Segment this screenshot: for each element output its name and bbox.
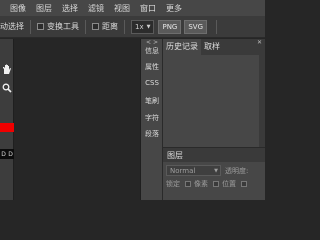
lock-position-checkbox[interactable] — [213, 181, 219, 187]
collapse-arrows-icon[interactable]: < > — [141, 39, 163, 46]
lock-pixel-label: 像素 — [194, 180, 208, 188]
side-item-properties[interactable]: 属性 — [141, 62, 163, 72]
auto-select-label[interactable]: 动选择 — [0, 21, 24, 32]
divider — [124, 19, 125, 34]
side-panel: < > 信息 属性 CSS 笔刷 字符 段落 — [140, 39, 162, 200]
history-panel-header: 历史记录 取样 — [163, 39, 265, 55]
layers-panel: 图层 Normal ▼ 透明度: 锁定 像素 位置 — [162, 147, 265, 200]
layers-panel-header: 图层 — [163, 148, 265, 162]
distance-checkbox[interactable] — [92, 23, 99, 30]
svg-button[interactable]: SVG — [184, 19, 208, 34]
png-button[interactable]: PNG — [158, 19, 182, 34]
side-item-character[interactable]: 字符 — [141, 113, 163, 123]
default-colors-label[interactable]: D D — [0, 149, 14, 159]
zoom-value: 1x — [135, 22, 144, 31]
distance-label: 距离 — [102, 22, 118, 31]
zoom-select[interactable]: 1x ▼ — [131, 19, 155, 34]
blend-mode-value: Normal — [170, 166, 196, 175]
history-scrollbar[interactable] — [259, 55, 265, 147]
menu-layer[interactable]: 图层 — [36, 3, 52, 14]
menu-select[interactable]: 选择 — [62, 3, 78, 14]
hand-tool-icon[interactable] — [1, 63, 13, 76]
history-panel: 历史记录 取样 ✕ — [162, 39, 265, 147]
tab-sample[interactable]: 取样 — [201, 41, 223, 55]
tab-history[interactable]: 历史记录 — [163, 39, 201, 55]
swatch-label-2: D — [8, 150, 13, 158]
chevron-down-icon: ▼ — [214, 167, 218, 174]
lock-pixel-checkbox[interactable] — [185, 181, 191, 187]
menu-more[interactable]: 更多 — [166, 3, 182, 14]
menu-bar: 图像 图层 选择 滤镜 视图 窗口 更多 — [0, 0, 265, 16]
foreground-color-swatch[interactable] — [0, 123, 14, 132]
divider — [216, 19, 218, 34]
tab-layers[interactable]: 图层 — [163, 150, 187, 161]
lock-label: 锁定 — [166, 180, 180, 188]
divider — [85, 19, 86, 34]
blend-mode-select[interactable]: Normal ▼ — [166, 165, 221, 176]
lock-position-label: 位置 — [222, 180, 236, 188]
side-item-info[interactable]: 信息 — [141, 46, 163, 56]
options-bar: 动选择 变换工具 距离 1x ▼ PNG SVG — [0, 16, 265, 38]
menu-view[interactable]: 视图 — [114, 3, 130, 14]
chevron-down-icon: ▼ — [146, 23, 151, 30]
swatch-label-1: D — [1, 150, 6, 158]
zoom-tool-icon[interactable] — [1, 81, 13, 94]
menu-window[interactable]: 窗口 — [140, 3, 156, 14]
tool-bar: D D — [0, 39, 14, 200]
side-item-brush[interactable]: 笔刷 — [141, 96, 163, 106]
side-item-css[interactable]: CSS — [141, 79, 163, 87]
close-icon[interactable]: ✕ — [257, 39, 262, 46]
canvas-area[interactable] — [15, 39, 140, 200]
menu-image[interactable]: 图像 — [10, 3, 26, 14]
divider — [30, 19, 31, 34]
menu-filter[interactable]: 滤镜 — [88, 3, 104, 14]
transform-checkbox[interactable] — [37, 23, 44, 30]
transform-label: 变换工具 — [47, 22, 79, 31]
opacity-label: 透明度: — [225, 166, 249, 175]
blend-row: Normal ▼ 透明度: — [166, 165, 248, 176]
lock-row: 锁定 像素 位置 — [166, 179, 250, 189]
lock-all-checkbox[interactable] — [241, 181, 247, 187]
side-item-paragraph[interactable]: 段落 — [141, 129, 163, 139]
